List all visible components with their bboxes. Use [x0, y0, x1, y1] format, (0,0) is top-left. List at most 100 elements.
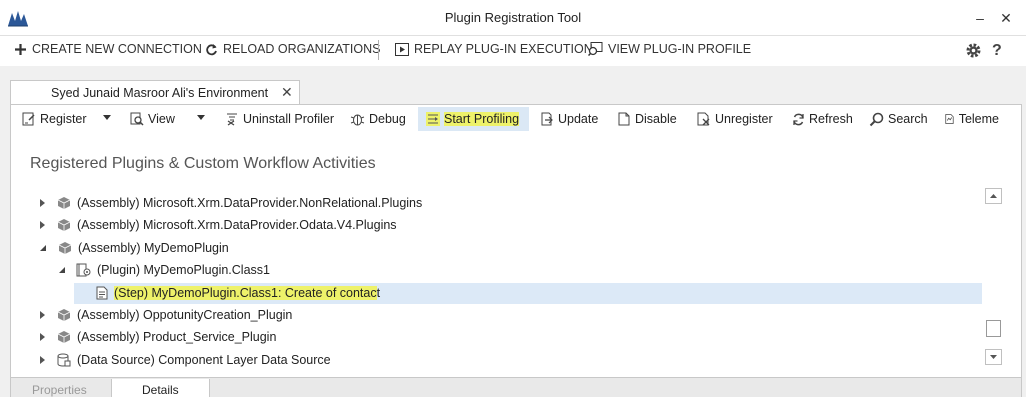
telemetry-button[interactable]: Teleme: [942, 107, 1002, 131]
environment-tab[interactable]: Syed Junaid Masroor Ali's Environment ✕: [10, 80, 300, 105]
expand-arrow-icon[interactable]: [40, 199, 45, 207]
step-icon: [96, 286, 108, 300]
tree-row-assembly-mydemoplugin[interactable]: (Assembly) MyDemoPlugin: [40, 237, 229, 259]
start-profiling-icon: [426, 112, 440, 126]
uninstall-profiler-label: Uninstall Profiler: [243, 112, 335, 126]
tree-row-label: (Assembly) Product_Service_Plugin: [77, 330, 277, 344]
view-label: View: [148, 112, 175, 126]
plugin-icon: [76, 263, 91, 277]
environment-tab-label: Syed Junaid Masroor Ali's Environment: [51, 86, 269, 100]
register-icon: [22, 112, 35, 126]
tree-row-label: (Assembly) Microsoft.Xrm.DataProvider.Od…: [77, 218, 397, 232]
search-label: Search: [888, 112, 928, 126]
replay-execution-label: REPLAY PLUG-IN EXECUTION: [414, 42, 593, 56]
scroll-down-button[interactable]: [985, 349, 1002, 365]
update-button[interactable]: Update: [537, 107, 601, 131]
debug-label: Debug: [369, 112, 406, 126]
register-dropdown-icon[interactable]: [103, 115, 111, 120]
assembly-icon: [58, 242, 72, 254]
view-profile-label: VIEW PLUG-IN PROFILE: [608, 42, 752, 56]
create-connection-label: CREATE NEW CONNECTION: [32, 42, 202, 56]
debug-icon: [350, 114, 365, 126]
tree-row-step-create-contact[interactable]: (Step) MyDemoPlugin.Class1: Create of co…: [96, 282, 380, 304]
close-tab-icon[interactable]: ✕: [281, 84, 293, 101]
debug-button[interactable]: Debug: [347, 107, 409, 131]
step-label-rest: t: [376, 286, 381, 300]
view-dropdown-icon[interactable]: [197, 115, 205, 120]
tab-details[interactable]: Details: [111, 379, 210, 397]
tree-scrollbar[interactable]: [985, 188, 1002, 366]
disable-button[interactable]: Disable: [615, 107, 680, 131]
command-separator: [378, 40, 379, 60]
plus-icon: [15, 43, 26, 55]
tab-properties[interactable]: Properties: [32, 383, 87, 397]
tree-row-assembly-odata[interactable]: (Assembly) Microsoft.Xrm.DataProvider.Od…: [40, 214, 397, 236]
assembly-icon: [57, 331, 71, 343]
refresh-label: Refresh: [809, 112, 853, 126]
collapse-arrow-icon[interactable]: [59, 266, 66, 274]
tree-row-label: (Step) MyDemoPlugin.Class1: Create of co…: [114, 286, 380, 300]
help-button[interactable]: ?: [992, 42, 1002, 60]
expand-arrow-icon[interactable]: [40, 356, 45, 364]
create-connection-button[interactable]: CREATE NEW CONNECTION: [14, 42, 202, 56]
view-profile-icon: [588, 42, 603, 56]
scroll-down-arrow-icon: [990, 355, 997, 359]
tree-row-assembly-opportunity[interactable]: (Assembly) OppotunityCreation_Plugin: [40, 304, 292, 326]
reload-organizations-label: RELOAD ORGANIZATIONS: [223, 42, 381, 56]
expand-arrow-icon[interactable]: [40, 333, 45, 341]
uninstall-profiler-icon: [227, 113, 237, 126]
minimize-button[interactable]: –: [970, 8, 990, 28]
close-window-button[interactable]: ✕: [996, 8, 1016, 28]
search-button[interactable]: Search: [866, 107, 931, 131]
scroll-up-arrow-icon: [990, 194, 997, 198]
register-button[interactable]: Register: [19, 107, 90, 131]
step-label-highlighted: (Step) MyDemoPlugin.Class1: Create of co…: [114, 286, 377, 300]
start-profiling-label: Start Profiling: [444, 112, 520, 126]
unregister-button[interactable]: Unregister: [694, 107, 776, 131]
uninstall-profiler-button[interactable]: Uninstall Profiler: [222, 107, 337, 131]
gear-icon[interactable]: [965, 42, 982, 59]
tree-row-label: (Plugin) MyDemoPlugin.Class1: [97, 263, 270, 277]
tree-row-label: (Data Source) Component Layer Data Sourc…: [77, 353, 331, 367]
refresh-icon: [793, 113, 804, 125]
tree-row-plugin-class1[interactable]: (Plugin) MyDemoPlugin.Class1: [59, 259, 270, 281]
search-icon: [869, 112, 884, 126]
tree-row-label: (Assembly) OppotunityCreation_Plugin: [77, 308, 293, 322]
window-title: Plugin Registration Tool: [444, 10, 582, 25]
unregister-icon: [697, 112, 710, 126]
view-button[interactable]: View: [127, 107, 178, 131]
assembly-icon: [57, 219, 71, 231]
start-profiling-button[interactable]: Start Profiling: [418, 107, 530, 131]
scroll-thumb[interactable]: [986, 320, 1001, 337]
register-label: Register: [40, 112, 87, 126]
data-source-icon: [57, 353, 71, 367]
tree-row-label: (Assembly) Microsoft.Xrm.DataProvider.No…: [77, 196, 423, 210]
tree-row-label: (Assembly) MyDemoPlugin: [78, 241, 229, 255]
tree-row-assembly-nonrelational[interactable]: (Assembly) Microsoft.Xrm.DataProvider.No…: [40, 192, 422, 214]
telemetry-label: Teleme: [958, 112, 999, 126]
view-profile-button[interactable]: VIEW PLUG-IN PROFILE: [588, 42, 751, 56]
expand-arrow-icon[interactable]: [40, 221, 45, 229]
tree-row-data-source[interactable]: (Data Source) Component Layer Data Sourc…: [40, 349, 331, 371]
reload-organizations-button[interactable]: RELOAD ORGANIZATIONS: [205, 42, 380, 56]
bottom-tab-strip: Properties Details: [11, 377, 1021, 397]
telemetry-icon: [945, 114, 954, 124]
section-title: Registered Plugins & Custom Workflow Act…: [30, 155, 376, 172]
disable-icon: [618, 112, 630, 126]
title-bar: Plugin Registration Tool – ✕: [0, 0, 1026, 36]
assembly-icon: [57, 309, 71, 321]
refresh-button[interactable]: Refresh: [789, 107, 856, 131]
collapse-arrow-icon[interactable]: [40, 244, 47, 252]
replay-icon: [395, 42, 409, 56]
reload-icon: [206, 43, 217, 55]
replay-execution-button[interactable]: REPLAY PLUG-IN EXECUTION: [395, 42, 593, 56]
unregister-label: Unregister: [715, 112, 773, 126]
tree-row-assembly-product-service[interactable]: (Assembly) Product_Service_Plugin: [40, 326, 276, 348]
update-icon: [541, 112, 553, 126]
update-label: Update: [558, 112, 599, 126]
scroll-up-button[interactable]: [985, 188, 1002, 204]
disable-label: Disable: [635, 112, 677, 126]
expand-arrow-icon[interactable]: [40, 311, 45, 319]
assembly-icon: [57, 197, 71, 209]
view-icon: [130, 112, 144, 126]
